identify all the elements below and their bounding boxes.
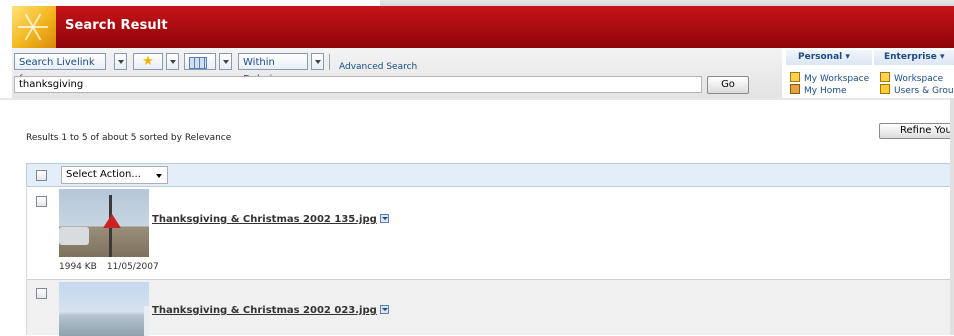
workspace-icon (790, 72, 800, 82)
workspace-icon (880, 72, 890, 82)
functions-menu-icon[interactable] (379, 305, 389, 314)
users-icon (880, 84, 890, 94)
location-dropdown[interactable]: Within Dubai (238, 53, 308, 85)
toolbar-separator (329, 54, 330, 70)
result-thumbnail[interactable] (59, 189, 149, 257)
scrollbar-edge (950, 98, 954, 335)
workspace-link[interactable]: Workspace (880, 72, 943, 84)
go-button[interactable]: Go (707, 76, 749, 94)
select-action-dropdown[interactable]: Select Action... (61, 166, 168, 184)
row-checkbox[interactable] (36, 196, 47, 207)
search-input[interactable]: thanksgiving (14, 76, 702, 93)
divider (0, 98, 954, 100)
search-panel: Search Livelink for ★ Within Dubai Advan… (12, 48, 782, 99)
results-summary: Results 1 to 5 of about 5 sorted by Rele… (26, 133, 232, 143)
functions-menu-icon[interactable] (379, 214, 389, 223)
my-home-link[interactable]: My Home (790, 84, 847, 96)
select-all-checkbox[interactable] (36, 170, 47, 181)
advanced-search-link[interactable]: Advanced Search (339, 62, 417, 72)
my-workspace-link[interactable]: My Workspace (790, 72, 869, 84)
view-grid-icon[interactable] (184, 53, 216, 70)
search-scope-dropdown[interactable]: Search Livelink for (14, 53, 106, 85)
nav-tabs: Personal ▾ Enterprise ▾ My Workspace My … (782, 48, 954, 98)
search-scope-arrow[interactable] (114, 53, 127, 70)
result-title-link[interactable]: Thanksgiving & Christmas 2002 135.jpg (152, 214, 389, 225)
favorites-arrow[interactable] (166, 53, 179, 70)
livelink-logo-icon (12, 6, 56, 48)
row-checkbox[interactable] (36, 288, 47, 299)
view-arrow[interactable] (219, 53, 232, 70)
result-thumbnail[interactable] (59, 282, 149, 336)
file-size: 1994 KB (59, 262, 97, 272)
page-title: Search Result (65, 18, 168, 33)
file-date: 11/05/2007 (106, 262, 159, 272)
title-bar: Search Result (12, 6, 954, 48)
location-arrow[interactable] (311, 53, 324, 70)
action-bar: Select Action... (26, 163, 954, 187)
favorites-star-icon[interactable]: ★ (133, 53, 163, 70)
result-title-link[interactable]: Thanksgiving & Christmas 2002 023.jpg (152, 305, 389, 316)
refine-button[interactable]: Refine Your (879, 123, 954, 139)
home-icon (790, 84, 800, 94)
users-groups-link[interactable]: Users & Grou (880, 84, 954, 96)
result-meta: 1994 KB 11/05/2007 (59, 262, 159, 272)
result-row: Thanksgiving & Christmas 2002 023.jpg (26, 279, 954, 336)
tab-personal[interactable]: Personal ▾ (786, 50, 872, 65)
tab-enterprise[interactable]: Enterprise ▾ (874, 50, 954, 65)
result-row: Thanksgiving & Christmas 2002 135.jpg 19… (26, 188, 954, 278)
